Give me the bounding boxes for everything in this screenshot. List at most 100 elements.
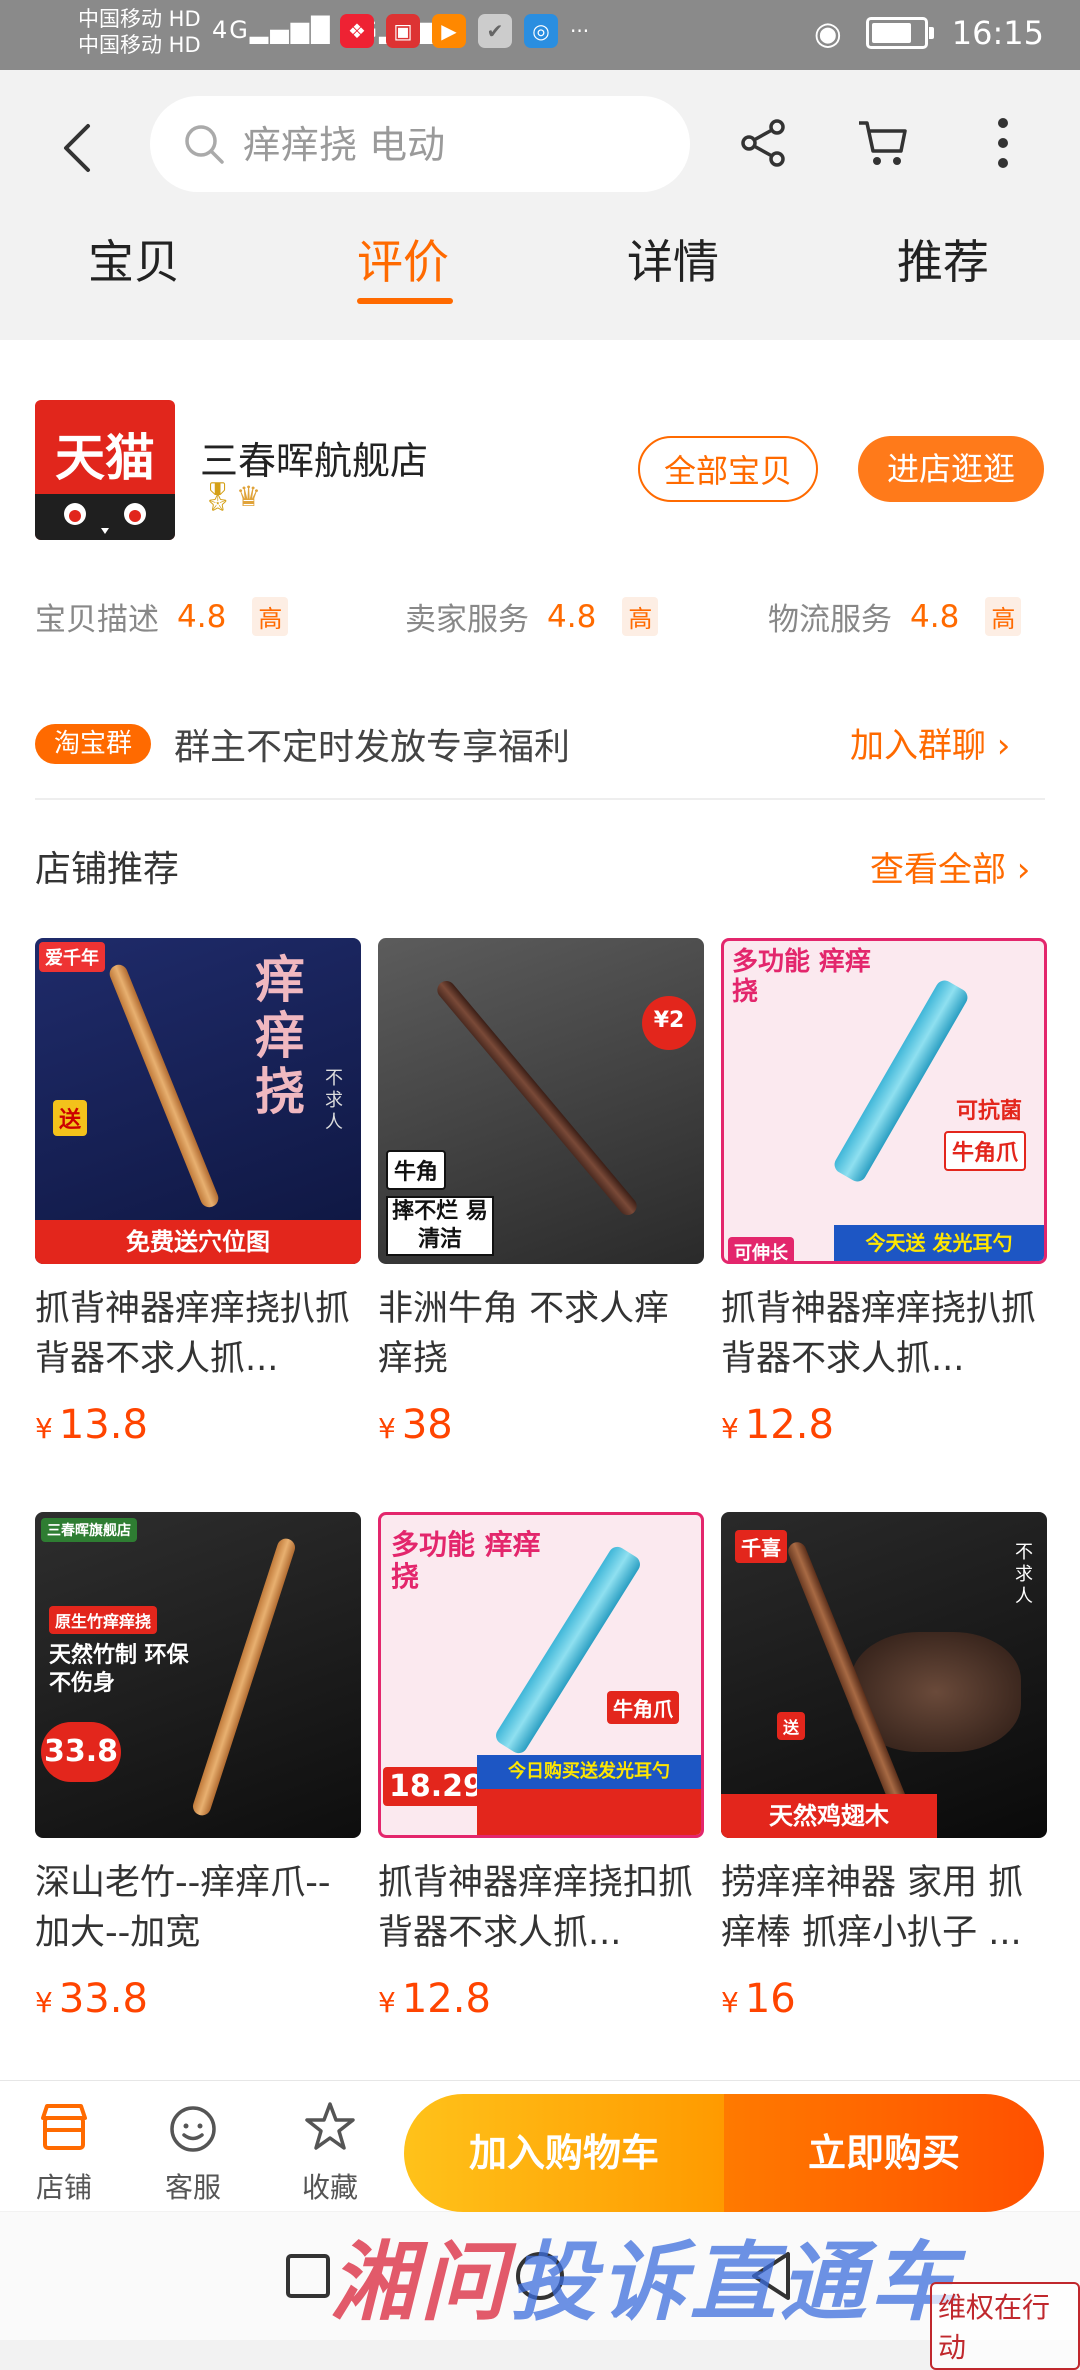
product-card[interactable]: ¥2 牛角 摔不烂 易清洁 非洲牛角 不求人痒痒挠 ¥38 bbox=[378, 938, 704, 1448]
product-price: ¥12.8 bbox=[721, 1402, 1047, 1448]
back-arrow-icon[interactable] bbox=[58, 118, 98, 178]
product-card[interactable]: 三春晖旗舰店 原生竹痒痒挠 天然竹制 环保不伤身 33.8 深山老竹--痒痒爪-… bbox=[35, 1512, 361, 2022]
product-card[interactable]: 千喜 不求人 送 天然鸡翅木 捞痒痒神器 家用 抓痒棒 抓痒小扒子 ... ¥1… bbox=[721, 1512, 1047, 2022]
product-card[interactable]: 多功能 痒痒挠 牛角爪 18.29 今日购买送发光耳勺 抓背神器痒痒挠扣抓背器不… bbox=[378, 1512, 704, 2022]
shop-name[interactable]: 三春晖航舰店 bbox=[200, 430, 428, 485]
carrier-2: 中国移动 HD bbox=[78, 33, 201, 57]
rating-level: 高 bbox=[622, 597, 659, 636]
product-illustration bbox=[106, 962, 222, 1210]
product-title: 非洲牛角 不求人痒痒挠 bbox=[378, 1289, 670, 1379]
price-value: 13.8 bbox=[58, 1402, 148, 1448]
favorite-button[interactable]: 收藏 bbox=[280, 2100, 380, 2206]
product-title: 深山老竹--痒痒爪--加大--加宽 bbox=[35, 1863, 331, 1953]
shop-button[interactable]: 店铺 bbox=[14, 2100, 114, 2206]
price-badge: 18.29 bbox=[383, 1767, 485, 1806]
product-price: ¥33.8 bbox=[35, 1976, 361, 2022]
group-description: 群主不定时发放专享福利 bbox=[174, 727, 571, 768]
reader-app-icon: ▣ bbox=[386, 14, 420, 48]
currency-symbol: ¥ bbox=[721, 1412, 739, 1445]
image-tag: 爱千年 bbox=[39, 942, 105, 972]
tmall-logo[interactable]: 天猫 bbox=[35, 400, 175, 540]
image-headline: 痒痒挠 bbox=[255, 951, 305, 1121]
rating-label: 宝贝描述 bbox=[35, 602, 159, 638]
recent-apps-icon[interactable] bbox=[278, 2246, 338, 2306]
divider bbox=[35, 798, 1045, 800]
share-icon[interactable] bbox=[735, 115, 791, 171]
price-value: 12.8 bbox=[744, 1402, 834, 1448]
product-title: 抓背神器痒痒挠扣抓背器不求人抓... bbox=[378, 1863, 694, 1953]
tab-recommend[interactable]: 推荐 bbox=[897, 232, 989, 292]
product-card[interactable]: 多功能 痒痒挠 牛角爪 可抗菌 可伸长 今天送 发光耳勺 抓背神器痒痒挠扒抓背器… bbox=[721, 938, 1047, 1448]
purchase-buttons: 加入购物车 立即购买 bbox=[404, 2094, 1044, 2212]
tab-details[interactable]: 详情 bbox=[627, 232, 719, 292]
watermark-right: 投诉直通车 bbox=[510, 2233, 960, 2333]
image-subtext: 牛角爪 bbox=[944, 1131, 1027, 1171]
currency-symbol: ¥ bbox=[35, 1412, 53, 1445]
smile-face-icon bbox=[170, 2106, 216, 2152]
video-app-icon: ▶ bbox=[432, 14, 466, 48]
image-caption: 今日购买送发光耳勺 bbox=[477, 1755, 701, 1789]
image-subtext: 原生竹痒痒挠 bbox=[49, 1606, 158, 1634]
cart-icon[interactable] bbox=[855, 115, 911, 171]
rating-description: 宝贝描述 4.8 高 bbox=[35, 594, 289, 639]
medal-icon: 🎖 bbox=[200, 480, 236, 513]
store-icon bbox=[41, 2104, 87, 2150]
product-image[interactable]: 三春晖旗舰店 原生竹痒痒挠 天然竹制 环保不伤身 33.8 bbox=[35, 1512, 361, 1838]
rating-label: 卖家服务 bbox=[405, 602, 529, 638]
image-tag: 可抗菌 bbox=[956, 1099, 1023, 1124]
tab-reviews[interactable]: 评价 bbox=[357, 232, 449, 292]
currency-symbol: ¥ bbox=[35, 1986, 53, 2019]
rating-score: 4.8 bbox=[177, 598, 227, 635]
status-right: ◉ 16:15 bbox=[814, 14, 1044, 52]
section-title: 店铺推荐 bbox=[35, 849, 180, 890]
customer-service-button[interactable]: 客服 bbox=[143, 2100, 243, 2206]
see-all-link[interactable]: 查看全部 › bbox=[870, 842, 1030, 891]
shield-icon: ✔ bbox=[478, 14, 512, 48]
clock: 16:15 bbox=[951, 14, 1044, 52]
hotspot-icon: ◎ bbox=[524, 14, 558, 48]
product-image[interactable]: 千喜 不求人 送 天然鸡翅木 bbox=[721, 1512, 1047, 1838]
status-bar: 中国移动 HD 中国移动 HD 4G▂▄▆█ 4G▂▄▆█ ❖ ▣ ▶ ✔ ◎ … bbox=[0, 0, 1080, 70]
currency-symbol: ¥ bbox=[378, 1986, 396, 2019]
image-headline: 多功能 痒痒挠 bbox=[391, 1528, 541, 1593]
buy-now-button[interactable]: 立即购买 bbox=[724, 2094, 1044, 2212]
product-title: 捞痒痒神器 家用 抓痒棒 抓痒小扒子 ... bbox=[721, 1863, 1024, 1953]
star-icon bbox=[305, 2102, 355, 2150]
rating-score: 4.8 bbox=[547, 598, 597, 635]
watermark-left: 湘问 bbox=[330, 2233, 510, 2333]
rating-level: 高 bbox=[985, 597, 1022, 636]
image-headline: 天然竹制 环保不伤身 bbox=[49, 1643, 189, 1696]
image-badge: 送 bbox=[53, 1100, 88, 1136]
product-title: 抓背神器痒痒挠扒抓背器不求人抓... bbox=[721, 1289, 1037, 1379]
image-subtext: 不求人 bbox=[325, 1068, 343, 1133]
currency-symbol: ¥ bbox=[721, 1986, 739, 2019]
taobao-group-badge: 淘宝群 bbox=[35, 724, 151, 764]
product-image[interactable]: 多功能 痒痒挠 牛角爪 18.29 今日购买送发光耳勺 bbox=[378, 1512, 704, 1838]
product-illustration bbox=[433, 977, 641, 1219]
image-tag: 三春晖旗舰店 bbox=[41, 1518, 137, 1542]
price-value: 16 bbox=[744, 1976, 796, 2022]
product-image[interactable]: ¥2 牛角 摔不烂 易清洁 bbox=[378, 938, 704, 1264]
search-input[interactable]: 痒痒挠 电动 bbox=[243, 118, 445, 172]
product-card[interactable]: 爱千年 痒痒挠 不求人 送 免费送穴位图 抓背神器痒痒挠扒抓背器不求人抓... … bbox=[35, 938, 361, 1448]
product-image[interactable]: 多功能 痒痒挠 牛角爪 可抗菌 可伸长 今天送 发光耳勺 bbox=[721, 938, 1047, 1264]
more-menu-icon[interactable] bbox=[975, 115, 1031, 171]
rating-logistics: 物流服务 4.8 高 bbox=[768, 594, 1022, 639]
enter-shop-button[interactable]: 进店逛逛 bbox=[858, 436, 1044, 502]
rating-score: 4.8 bbox=[910, 598, 960, 635]
battery-icon bbox=[865, 17, 934, 49]
add-to-cart-button[interactable]: 加入购物车 bbox=[404, 2094, 724, 2212]
all-items-button[interactable]: 全部宝贝 bbox=[638, 436, 818, 502]
join-group-link[interactable]: 加入群聊 › bbox=[850, 718, 1010, 767]
cat-face-icon bbox=[35, 494, 175, 540]
image-subtext: 不求人 bbox=[1015, 1542, 1033, 1607]
product-price: ¥38 bbox=[378, 1402, 704, 1448]
rating-service: 卖家服务 4.8 高 bbox=[405, 594, 659, 639]
product-image[interactable]: 爱千年 痒痒挠 不求人 送 免费送穴位图 bbox=[35, 938, 361, 1264]
favorite-label: 收藏 bbox=[301, 2171, 358, 2204]
product-price: ¥13.8 bbox=[35, 1402, 361, 1448]
product-title: 抓背神器痒痒挠扒抓背器不求人抓... bbox=[35, 1289, 351, 1379]
currency-symbol: ¥ bbox=[378, 1412, 396, 1445]
price-value: 33.8 bbox=[58, 1976, 148, 2022]
tab-baby[interactable]: 宝贝 bbox=[88, 232, 180, 292]
